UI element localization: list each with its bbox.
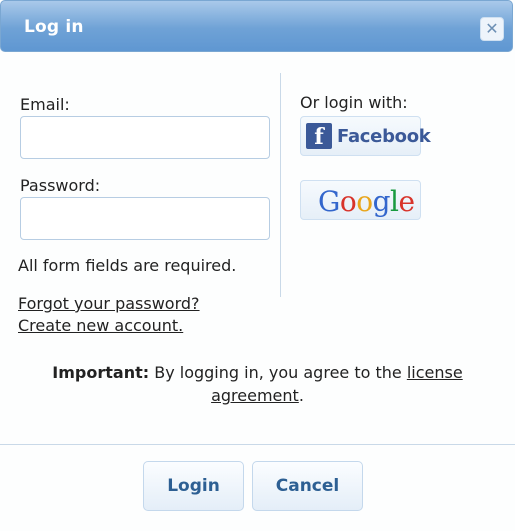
- important-text: By logging in, you agree to the: [149, 363, 407, 382]
- create-account-link[interactable]: Create new account.: [18, 316, 183, 335]
- important-label: Important:: [52, 363, 150, 382]
- password-field[interactable]: [20, 197, 270, 240]
- google-login-button[interactable]: Google: [300, 180, 421, 220]
- footer-divider: [0, 444, 515, 445]
- password-label: Password:: [20, 176, 101, 195]
- forgot-password-link[interactable]: Forgot your password?: [18, 294, 200, 313]
- close-button[interactable]: ✕: [480, 17, 504, 41]
- email-label: Email:: [20, 95, 70, 114]
- facebook-label: Facebook: [337, 126, 431, 147]
- cancel-button[interactable]: Cancel: [252, 461, 363, 511]
- facebook-f-icon: f: [306, 123, 332, 150]
- login-dialog: Log in ✕ Email: Password: All form field…: [0, 0, 515, 531]
- important-end: .: [298, 386, 304, 405]
- login-button[interactable]: Login: [143, 461, 244, 511]
- important-notice: Important: By logging in, you agree to t…: [20, 361, 495, 407]
- facebook-login-button[interactable]: f Facebook: [300, 116, 431, 156]
- required-note: All form fields are required.: [18, 256, 237, 275]
- social-heading: Or login with:: [300, 93, 408, 112]
- dialog-title: Log in: [24, 17, 84, 37]
- column-divider: [280, 73, 281, 297]
- google-logo: Google: [318, 185, 415, 218]
- email-field[interactable]: [20, 116, 270, 159]
- dialog-titlebar[interactable]: Log in ✕: [0, 0, 513, 52]
- close-icon: ✕: [485, 19, 499, 38]
